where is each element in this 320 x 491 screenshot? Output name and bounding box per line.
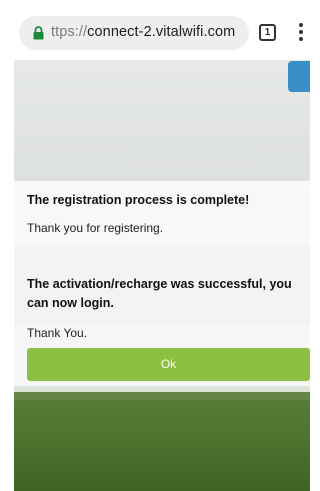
browser-toolbar: ttps://connect-2.vitalwifi.com 1 [0, 0, 310, 60]
overflow-menu-icon[interactable] [299, 23, 305, 43]
corner-button[interactable] [288, 61, 310, 92]
address-bar[interactable]: ttps://connect-2.vitalwifi.com [19, 16, 249, 50]
thanks-registering-text: Thank you for registering. [27, 221, 164, 235]
thank-you-text: Thank You. [27, 326, 88, 340]
tab-count-icon[interactable]: 1 [259, 24, 276, 41]
activation-success-heading: The activation/recharge was successful, … [27, 277, 292, 310]
url-text: ttps://connect-2.vitalwifi.com [51, 24, 235, 40]
ok-button[interactable]: Ok [27, 348, 310, 381]
registration-complete-heading: The registration process is complete! [27, 193, 250, 207]
url-host: connect-2.vitalwifi.com [87, 24, 236, 40]
page-content: The registration process is complete! Th… [14, 60, 310, 491]
confirmation-panel: The registration process is complete! Th… [14, 181, 310, 392]
lock-icon [33, 26, 44, 40]
url-scheme: ttps:// [51, 24, 88, 40]
